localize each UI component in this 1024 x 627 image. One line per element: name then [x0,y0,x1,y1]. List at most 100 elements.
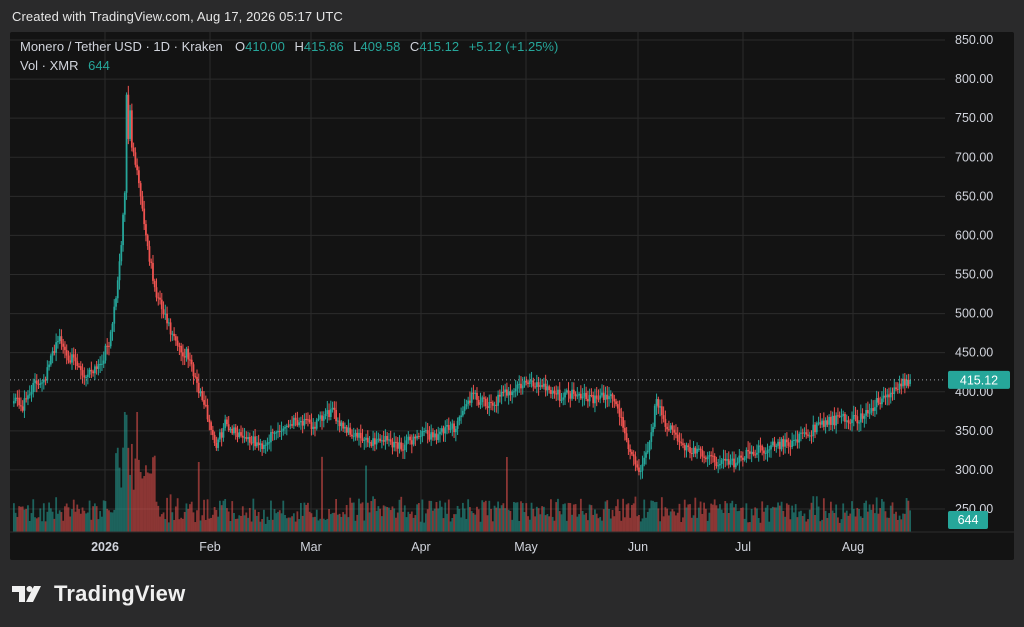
volume-bar [125,414,128,532]
candle-body [831,415,834,425]
candle-body [759,445,762,447]
candle-body [442,428,445,434]
volume-bar [514,502,517,532]
volume-bar [25,508,28,532]
volume-bar [527,516,529,532]
candle-body [764,452,767,454]
candle-body [314,426,316,429]
volume-bar [248,507,251,532]
candle-body [134,152,137,165]
candle-body [578,393,580,396]
volume-bar [490,508,492,532]
volume-bar [553,520,556,532]
candle-body [683,444,686,451]
candle-body [546,386,549,391]
volume-bar [886,517,889,532]
candle-body [206,404,209,420]
volume-bar [900,519,903,532]
candle-body [382,440,385,442]
candle-body [645,452,647,458]
volume-bar [178,519,181,532]
candle-body [410,440,413,445]
candle-body [544,383,547,391]
candle-body [712,455,714,457]
volume-bar [682,517,684,532]
candle-body [671,425,674,430]
candle-body [652,426,654,433]
candle-body [116,280,119,299]
volume-bar [453,514,455,532]
candle-body [106,345,109,347]
volume-bar [856,507,859,532]
candle-body [456,420,459,429]
candle-body [837,415,839,417]
x-tick-label: Jun [628,540,648,554]
tradingview-footer[interactable]: TradingView [12,580,185,608]
candle-body [657,399,660,408]
candle-body [662,415,665,419]
candle-body [808,435,811,437]
candle-body [173,333,176,337]
volume-bar [164,519,167,532]
volume-bar [65,503,68,532]
candle-body [687,445,690,448]
volume-bar [425,513,427,532]
volume-bar [826,517,829,532]
volume-bar [592,514,595,532]
chart-panel[interactable]: 850.00 800.00 750.00 700.00 650.00 600.00 550.… [10,32,1014,560]
volume-bar [196,510,198,532]
candle-body [384,435,387,442]
volume-bar [162,512,165,532]
volume-bar [662,516,665,532]
candle-body [174,336,177,341]
candle-body [294,417,297,421]
candle-body [254,436,257,447]
volume-bar [537,508,540,532]
candle-body [393,441,396,448]
candle-body [520,383,522,389]
volume-bar [664,507,667,532]
volume-bar [329,514,332,532]
volume-bar [328,508,330,532]
candle-body [402,449,404,451]
volume-bar [370,501,373,532]
candle-body [252,436,255,443]
candle-body [706,456,709,460]
candle-body [69,360,72,363]
volume-bar [476,506,478,532]
candlestick-chart[interactable]: 850.00 800.00 750.00 700.00 650.00 600.00 550.… [10,32,1014,560]
volume-bar [814,514,816,532]
candle-body [162,309,165,315]
candle-body [150,261,153,263]
volume-bar [659,521,661,532]
volume-bar [433,508,436,532]
candle-body [632,454,635,457]
candle-body [675,432,677,435]
volume-bar [884,511,887,532]
candle-body [731,458,734,461]
candle-body [461,410,464,416]
volume-bar [317,520,320,532]
volume-bar [342,512,345,532]
volume-bar [822,498,825,532]
volume-bar [310,513,313,532]
volume-bar [888,517,890,532]
candle-body [136,164,139,171]
volume-bar [88,500,91,532]
candle-body [486,406,489,409]
volume-bar [234,518,237,532]
volume-bar [282,500,285,532]
legend-volume: Vol · XMR 644 [20,58,110,73]
volume-bar [902,513,904,532]
volume-bar [377,506,380,532]
candle-body [586,398,589,402]
volume-bar [160,514,163,532]
candle-body [447,424,450,430]
volume-bar [86,512,89,532]
volume-bar [606,500,609,532]
volume-bar [79,513,82,532]
candle-body [868,412,871,414]
volume-bar [631,505,633,532]
candle-body [250,442,253,444]
candle-body [65,350,68,356]
